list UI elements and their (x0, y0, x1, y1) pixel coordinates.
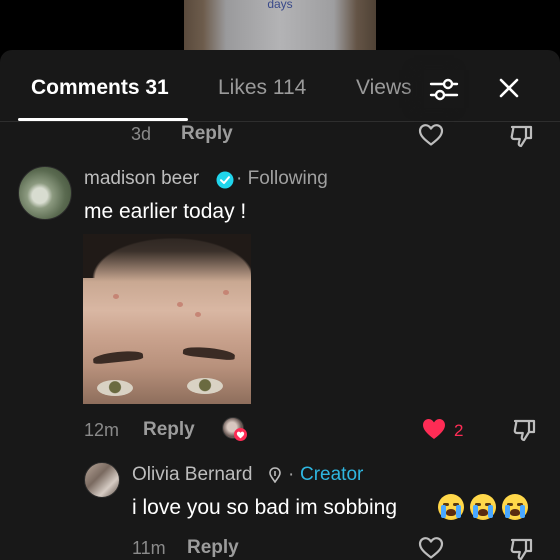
tab-views[interactable]: Views (356, 76, 412, 100)
previous-comment-time: 3d (131, 124, 152, 144)
following-label: · Following (236, 168, 328, 189)
tab-likes[interactable]: Likes 114 (218, 76, 306, 100)
active-tab-indicator (18, 118, 188, 121)
reply-username[interactable]: Olivia Bernard (132, 464, 252, 486)
commenter-avatar[interactable] (18, 166, 72, 220)
previous-comment-dislike-button[interactable] (507, 122, 535, 150)
previous-comment-reply-button[interactable]: Reply (181, 123, 233, 145)
comment-photo[interactable] (83, 234, 251, 404)
close-icon (499, 78, 519, 98)
close-button[interactable] (491, 70, 527, 106)
comment-like-count: 2 (454, 421, 464, 440)
thumbs-down-icon (510, 538, 533, 560)
comment-reply-button[interactable]: Reply (143, 419, 195, 441)
comments-sheet: Comments 31 Likes 114 Views 3d Reply mad… (0, 50, 560, 560)
reply-text: i love you so bad im sobbing (132, 496, 397, 519)
verified-badge-icon (215, 170, 235, 190)
sheet-tabs: Comments 31 Likes 114 Views (0, 50, 560, 122)
previous-comment-like-button[interactable] (417, 122, 445, 148)
comment-dislike-button[interactable] (510, 416, 538, 444)
reply-like-button[interactable] (417, 535, 445, 560)
reply-time: 11m (132, 538, 166, 558)
creator-label: Creator (300, 464, 364, 485)
heart-outline-icon (418, 537, 444, 559)
filter-sliders-icon (429, 78, 459, 101)
loudly-crying-face-icon (470, 494, 496, 520)
commenter-username[interactable]: madison beer (84, 168, 199, 190)
comment-like-button[interactable] (420, 416, 448, 442)
creator-liked-heart-icon (234, 428, 247, 441)
comment-time: 12m (84, 420, 120, 440)
video-caption: days (267, 0, 293, 11)
reply-separator: · (288, 464, 295, 485)
thumbs-down-icon (513, 419, 536, 442)
heart-outline-icon (418, 124, 444, 146)
filter-button[interactable] (424, 70, 464, 108)
comment-text: me earlier today ! (84, 200, 247, 223)
reply-avatar[interactable] (84, 462, 120, 498)
loudly-crying-face-icon (502, 494, 528, 520)
reply-dislike-button[interactable] (507, 535, 535, 560)
previous-comment-actions: 3d Reply (0, 122, 560, 150)
tab-comments[interactable]: Comments 31 (31, 76, 169, 100)
reply-reply-button[interactable]: Reply (187, 537, 239, 559)
creator-pin-icon (266, 465, 284, 485)
thumbs-down-icon (510, 125, 533, 148)
loudly-crying-face-icon (438, 494, 464, 520)
heart-filled-icon (423, 419, 445, 439)
